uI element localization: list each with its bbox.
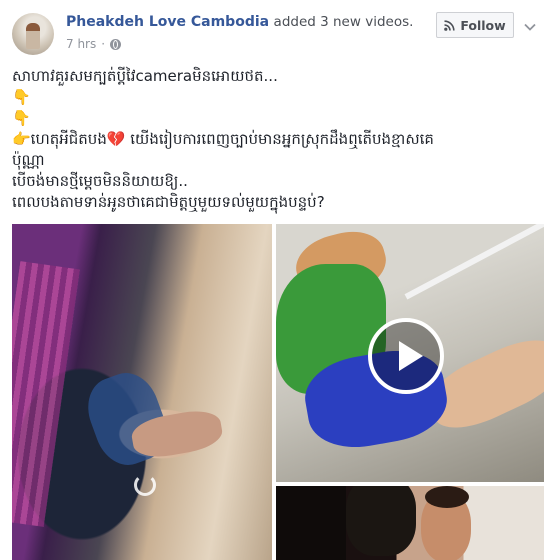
post-timestamp[interactable]: 7 hrs (66, 37, 96, 51)
meta-dot: · (101, 37, 106, 51)
thumbnail-detail (421, 486, 471, 560)
loading-spinner-icon (134, 474, 156, 496)
globe-icon[interactable] (110, 38, 122, 50)
rss-icon (444, 19, 455, 31)
chevron-down-icon[interactable] (524, 18, 536, 31)
author-name-link[interactable]: Pheakdeh Love Cambodia (66, 14, 269, 30)
post-text-line: ពេលបងតាមទាន់អូនថាគេជាមិត្តឬមួយទល់មួយក្នុ… (12, 193, 325, 211)
thumbnail-detail (276, 486, 346, 560)
post-header: Pheakdeh Love Cambodia added 3 new video… (66, 14, 413, 30)
post-text-line: 👇 (12, 109, 31, 127)
avatar-figure (26, 23, 40, 49)
post-text-line: សាហាវគួរសមក្បត់ប្តីវៃcameraមិនអោយថត... (12, 67, 278, 85)
video-thumbnail-3[interactable] (276, 486, 544, 560)
post-text-line: 👉ហេតុអីជិតបង💔 យើងរៀបការពេញច្បាប់មានអ្នកស… (12, 130, 434, 148)
thumbnail-detail (346, 486, 416, 556)
video-thumbnail-1[interactable] (12, 224, 272, 560)
post-text-line: ប៉ុណ្ណា (12, 151, 45, 169)
post-card: Pheakdeh Love Cambodia added 3 new video… (0, 0, 549, 560)
avatar[interactable] (12, 13, 54, 55)
follow-button[interactable]: Follow (436, 12, 514, 38)
post-meta: 7 hrs · (66, 37, 122, 51)
follow-label: Follow (460, 17, 506, 33)
thumbnail-detail (12, 261, 80, 527)
video-thumbnail-2[interactable] (276, 224, 544, 482)
post-action-text: added 3 new videos. (273, 14, 414, 30)
thumbnail-detail (404, 224, 544, 300)
video-grid (12, 224, 544, 560)
post-text: សាហាវគួរសមក្បត់ប្តីវៃcameraមិនអោយថត... 👇… (12, 66, 532, 213)
post-text-line: បើចង់មានថ្មីម្តេចមិននិយាយឱ្យ.. (12, 172, 188, 190)
post-text-line: 👇 (12, 88, 31, 106)
play-icon[interactable] (368, 318, 444, 394)
